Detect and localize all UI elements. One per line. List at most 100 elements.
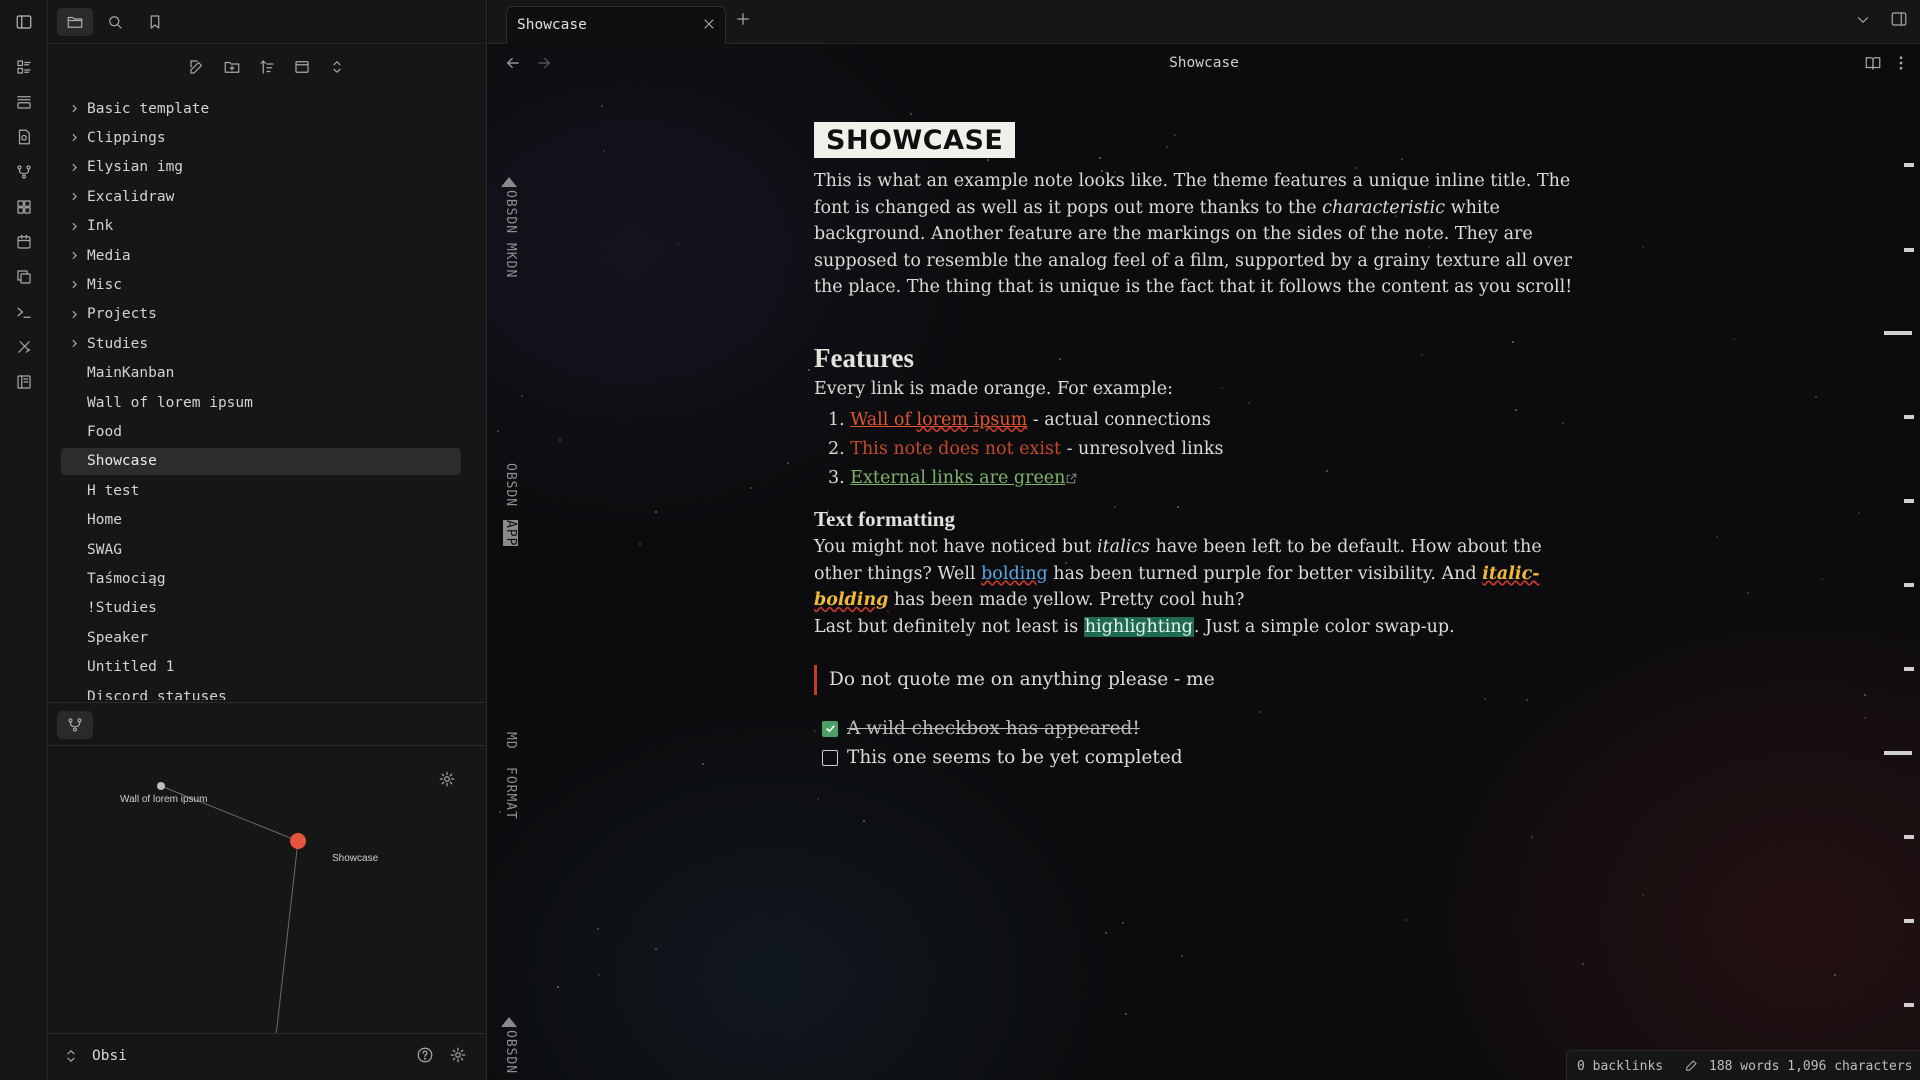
chevron-right-icon [61, 308, 87, 321]
file-label: Wall of lorem ipsum [87, 394, 253, 411]
local-graph-view[interactable]: Wall of lorem ipsum Showcase [48, 746, 487, 1033]
tab-local-graph[interactable] [57, 711, 93, 739]
file-item[interactable]: Food [61, 418, 461, 445]
new-note-icon[interactable] [12, 90, 36, 114]
film-grain [1266, 552, 1268, 554]
tab-showcase[interactable]: Showcase [506, 6, 726, 44]
folder-item[interactable]: Excalidraw [61, 183, 461, 210]
file-item[interactable]: MainKanban [61, 360, 461, 387]
file-item[interactable]: Showcase [61, 447, 461, 475]
film-grain [1515, 409, 1517, 411]
note-body[interactable]: SHOWCASE This is what an example note lo… [814, 122, 1584, 772]
toggle-right-sidebar-icon[interactable] [1890, 10, 1908, 28]
template-icon[interactable] [12, 125, 36, 149]
auto-reveal-button[interactable] [289, 54, 315, 80]
tools-icon[interactable] [12, 335, 36, 359]
help-icon[interactable] [416, 1046, 434, 1064]
film-marker [501, 1017, 517, 1027]
folder-item[interactable]: Projects [61, 301, 461, 328]
new-note-button[interactable] [184, 54, 210, 80]
tab-search[interactable] [97, 8, 133, 36]
sort-button[interactable] [254, 54, 280, 80]
file-item[interactable]: Discord statuses [61, 683, 461, 701]
unresolved-link[interactable]: This note does not exist [850, 439, 1061, 459]
vault-name[interactable]: Obsi [92, 1048, 127, 1064]
tab-files[interactable] [57, 8, 93, 36]
collapse-all-button[interactable] [324, 54, 350, 80]
canvas-icon[interactable] [12, 195, 36, 219]
vault-switcher[interactable]: Obsi [48, 1033, 487, 1080]
folder-item[interactable]: Basic template [61, 95, 461, 122]
new-folder-button[interactable] [219, 54, 245, 80]
film-grain [655, 511, 657, 513]
terminal-icon[interactable] [12, 300, 36, 324]
toggle-sidebar-icon[interactable] [10, 10, 38, 34]
film-grain [601, 105, 603, 107]
graph-icon[interactable] [12, 160, 36, 184]
file-item[interactable]: Home [61, 507, 461, 534]
film-grain [1531, 836, 1533, 838]
chevron-down-icon[interactable] [1854, 11, 1872, 29]
ribbon [0, 0, 48, 1080]
film-grain [1028, 261, 1030, 263]
pencil-icon[interactable] [1684, 1057, 1700, 1073]
film-grain [639, 543, 641, 545]
external-link[interactable]: External links are green [850, 468, 1065, 488]
file-item[interactable]: Speaker [61, 624, 461, 651]
film-label: APP [503, 520, 518, 547]
folder-item[interactable]: Elysian img [61, 154, 461, 181]
graph-settings-button[interactable] [438, 770, 456, 788]
folder-item[interactable]: Misc [61, 271, 461, 298]
blockquote: Do not quote me on anything please - me [814, 665, 1584, 695]
file-label: SWAG [87, 541, 122, 558]
checkbox-unchecked[interactable] [822, 749, 838, 766]
dashboard-icon[interactable] [12, 55, 36, 79]
close-icon[interactable] [701, 16, 717, 32]
task-text: This one seems to be yet completed [847, 747, 1183, 768]
view-title[interactable]: Showcase [488, 55, 1920, 71]
file-item[interactable]: SWAG [61, 536, 461, 563]
film-grain [1061, 738, 1063, 740]
graph-node-wall[interactable] [157, 782, 165, 790]
file-item[interactable]: Taśmociąg [61, 565, 461, 592]
calendar-icon[interactable] [12, 230, 36, 254]
film-grain [1747, 592, 1749, 594]
film-grain [817, 798, 819, 800]
folder-item[interactable]: Clippings [61, 124, 461, 151]
file-tree: Basic template Clippings Elysian img Excali… [48, 95, 478, 700]
book-open-icon[interactable] [1864, 54, 1882, 72]
folder-label: Elysian img [87, 159, 184, 176]
file-item[interactable]: H test [61, 477, 461, 504]
film-marker [501, 177, 517, 187]
folder-label: Studies [87, 335, 149, 352]
plus-icon[interactable] [734, 10, 752, 28]
tab-bookmarks[interactable] [137, 8, 173, 36]
folder-item[interactable]: Studies [61, 330, 461, 357]
film-grain [750, 487, 752, 489]
graph-node-showcase[interactable] [290, 833, 306, 849]
folder-item[interactable]: Ink [61, 213, 461, 240]
text: . Just a simple color swap-up. [1193, 616, 1455, 637]
film-tick [1904, 667, 1914, 671]
formatting-paragraph: You might not have noticed but italics h… [814, 534, 1584, 640]
film-label: MD [503, 732, 518, 750]
file-item[interactable]: Wall of lorem ipsum [61, 389, 461, 416]
folder-label: Media [87, 247, 131, 264]
folder-item[interactable]: Media [61, 242, 461, 269]
film-grain [1105, 932, 1107, 934]
inline-title[interactable]: SHOWCASE [814, 122, 1016, 158]
kanban-icon[interactable] [12, 370, 36, 394]
file-item[interactable]: Untitled 1 [61, 654, 461, 681]
film-grain [559, 439, 561, 441]
list-item: 1. Wall of lorem ipsum - actual connecti… [814, 406, 1584, 435]
film-grain [1114, 171, 1116, 173]
internal-link[interactable]: Wall of lorem ipsum [850, 410, 1027, 430]
file-item[interactable]: !Studies [61, 595, 461, 622]
film-label: FORMAT [503, 767, 518, 820]
graph-edge [275, 840, 299, 1033]
film-grain [814, 730, 816, 732]
checkbox-checked[interactable] [822, 720, 838, 737]
copy-icon[interactable] [12, 265, 36, 289]
backlinks-count[interactable]: 0 backlinks [1577, 1059, 1663, 1074]
gear-icon[interactable] [449, 1046, 467, 1064]
